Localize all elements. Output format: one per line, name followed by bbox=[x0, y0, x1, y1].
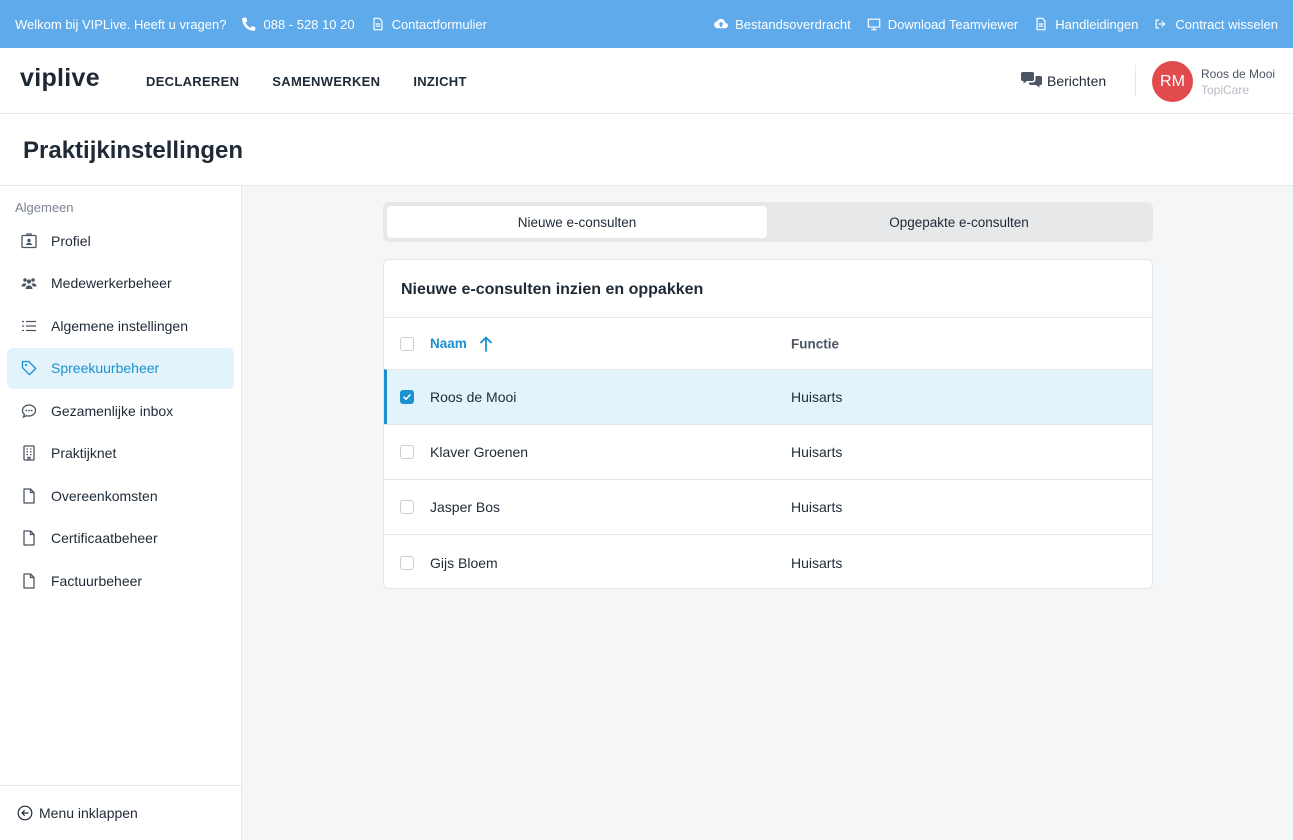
sidebar-item-label: Factuurbeheer bbox=[51, 572, 143, 589]
collapse-menu-label: Menu inklappen bbox=[39, 805, 138, 821]
sidebar: Algemeen Profiel Medewerkerbeheer Algeme… bbox=[0, 186, 242, 840]
cell-function: Huisarts bbox=[791, 444, 843, 460]
sidebar-item-praktijknet[interactable]: Praktijknet bbox=[7, 433, 234, 474]
cell-name: Klaver Groenen bbox=[430, 444, 529, 460]
file-transfer-link[interactable]: Bestandsoverdracht bbox=[714, 17, 851, 32]
cell-function: Huisarts bbox=[791, 499, 843, 515]
info-bar-left: Welkom bij VIPLive. Heeft u vragen? 088 … bbox=[15, 17, 503, 32]
column-header-naam[interactable]: Naam bbox=[430, 335, 493, 353]
cell-name: Roos de Mooi bbox=[430, 389, 517, 405]
arrow-left-circle-icon bbox=[17, 805, 33, 821]
sidebar-item-certificaatbeheer[interactable]: Certificaatbeheer bbox=[7, 518, 234, 559]
table-row[interactable]: Klaver Groenen Huisarts bbox=[384, 424, 1152, 479]
segmented-tabs: Nieuwe e-consulten Opgepakte e-consulten bbox=[383, 202, 1153, 242]
sidebar-item-label: Profiel bbox=[51, 232, 91, 249]
row-checkbox[interactable] bbox=[400, 500, 414, 514]
sidebar-item-label: Algemene instellingen bbox=[51, 317, 188, 334]
phone-icon bbox=[242, 17, 257, 31]
table-row[interactable]: Roos de Mooi Huisarts bbox=[384, 369, 1152, 424]
table-header: Naam Functie bbox=[384, 317, 1152, 369]
switch-contract-label: Contract wisselen bbox=[1175, 16, 1278, 32]
info-bar-right: Bestandsoverdracht Download Teamviewer H… bbox=[698, 17, 1278, 32]
nav-divider bbox=[1135, 65, 1136, 97]
phone-number: 088 - 528 10 20 bbox=[263, 16, 355, 32]
main-navigation: viplive DECLAREREN SAMENWERKEN INZICHT B… bbox=[0, 48, 1293, 114]
column-header-label: Naam bbox=[430, 336, 467, 351]
info-bar: Welkom bij VIPLive. Heeft u vragen? 088 … bbox=[0, 0, 1293, 48]
main-content: Nieuwe e-consulten Opgepakte e-consulten… bbox=[242, 186, 1293, 840]
check-icon bbox=[403, 394, 411, 400]
column-header-functie[interactable]: Functie bbox=[791, 336, 839, 351]
sidebar-item-medewerkerbeheer[interactable]: Medewerkerbeheer bbox=[7, 263, 234, 304]
sidebar-item-profiel[interactable]: Profiel bbox=[7, 220, 234, 261]
file-icon bbox=[23, 487, 35, 504]
tag-icon bbox=[21, 360, 37, 376]
row-checkbox[interactable] bbox=[400, 445, 414, 459]
row-checkbox[interactable] bbox=[400, 390, 414, 404]
welcome-text: Welkom bij VIPLive. Heeft u vragen? bbox=[15, 16, 227, 32]
sidebar-item-overeenkomsten[interactable]: Overeenkomsten bbox=[7, 475, 234, 516]
cell-name: Jasper Bos bbox=[430, 499, 501, 515]
cell-function: Huisarts bbox=[791, 554, 843, 571]
list-icon bbox=[22, 320, 36, 331]
monitor-icon bbox=[867, 18, 881, 31]
nav-links: DECLAREREN SAMENWERKEN INZICHT bbox=[146, 48, 500, 114]
avatar[interactable]: RM bbox=[1152, 61, 1193, 102]
manuals-link[interactable]: Handleidingen bbox=[1034, 17, 1138, 32]
user-organization: TopiCare bbox=[1201, 83, 1250, 97]
sidebar-item-label: Certificaatbeheer bbox=[51, 530, 158, 546]
table-row[interactable]: Gijs Bloem Huisarts bbox=[384, 534, 1152, 588]
cell-name: Gijs Bloem bbox=[430, 554, 498, 571]
chat-bubbles-icon bbox=[1021, 72, 1042, 88]
contact-form-label: Contactformulier bbox=[391, 16, 487, 32]
nav-link-samenwerken[interactable]: SAMENWERKEN bbox=[272, 74, 380, 89]
document-icon bbox=[373, 17, 383, 31]
phone-link[interactable]: 088 - 528 10 20 bbox=[242, 16, 355, 32]
user-name: Roos de Mooi bbox=[1201, 67, 1276, 81]
teamviewer-link[interactable]: Download Teamviewer bbox=[867, 16, 1019, 32]
users-icon bbox=[21, 278, 37, 289]
collapse-menu-button[interactable]: Menu inklappen bbox=[0, 785, 241, 840]
sidebar-item-factuurbeheer[interactable]: Factuurbeheer bbox=[7, 560, 234, 601]
file-transfer-label: Bestandsoverdracht bbox=[735, 16, 851, 32]
cell-function: Huisarts bbox=[791, 389, 843, 405]
logo[interactable]: viplive bbox=[20, 64, 100, 93]
card-title: Nieuwe e-consulten inzien en oppakken bbox=[401, 281, 704, 298]
tab-opgepakte-e-consulten[interactable]: Opgepakte e-consulten bbox=[769, 206, 1149, 238]
file-icon bbox=[23, 572, 35, 589]
nav-link-inzicht[interactable]: INZICHT bbox=[413, 74, 466, 89]
page-title: Praktijkinstellingen bbox=[23, 137, 244, 164]
manuals-label: Handleidingen bbox=[1055, 16, 1139, 32]
sort-ascending-icon bbox=[479, 336, 492, 352]
switch-contract-link[interactable]: Contract wisselen bbox=[1154, 17, 1278, 32]
document-icon bbox=[1036, 17, 1046, 31]
select-all-checkbox[interactable] bbox=[400, 336, 414, 351]
sidebar-item-algemene-instellingen[interactable]: Algemene instellingen bbox=[7, 305, 234, 346]
e-consult-card: Nieuwe e-consulten inzien en oppakken Na… bbox=[383, 259, 1153, 589]
table-row[interactable]: Jasper Bos Huisarts bbox=[384, 479, 1152, 534]
sidebar-section-label: Algemeen bbox=[15, 200, 74, 215]
user-info[interactable]: Roos de Mooi TopiCare bbox=[1201, 66, 1275, 98]
nav-link-declareren[interactable]: DECLAREREN bbox=[146, 74, 239, 89]
cloud-upload-icon bbox=[714, 18, 729, 29]
chat-icon bbox=[21, 403, 37, 418]
messages-label: Berichten bbox=[1047, 72, 1107, 89]
switch-icon bbox=[1155, 19, 1166, 29]
sidebar-item-gezamenlijke-inbox[interactable]: Gezamenlijke inbox bbox=[7, 390, 234, 431]
row-checkbox[interactable] bbox=[400, 555, 414, 570]
sidebar-item-label: Praktijknet bbox=[51, 445, 117, 461]
tab-nieuwe-e-consulten[interactable]: Nieuwe e-consulten bbox=[387, 206, 767, 238]
sidebar-item-spreekuurbeheer[interactable]: Spreekuurbeheer bbox=[7, 347, 234, 389]
id-card-icon bbox=[21, 232, 37, 248]
building-icon bbox=[23, 445, 35, 461]
sidebar-item-label: Gezamenlijke inbox bbox=[51, 402, 174, 419]
contact-form-link[interactable]: Contactformulier bbox=[371, 17, 487, 32]
file-icon bbox=[23, 530, 35, 546]
teamviewer-label: Download Teamviewer bbox=[887, 16, 1019, 32]
sidebar-menu: Profiel Medewerkerbeheer Algemene instel… bbox=[7, 220, 234, 603]
sidebar-item-label: Overeenkomsten bbox=[51, 487, 158, 504]
sidebar-item-label: Medewerkerbeheer bbox=[51, 275, 172, 291]
messages-button[interactable]: Berichten bbox=[1021, 72, 1106, 89]
sidebar-item-label: Spreekuurbeheer bbox=[51, 360, 160, 376]
